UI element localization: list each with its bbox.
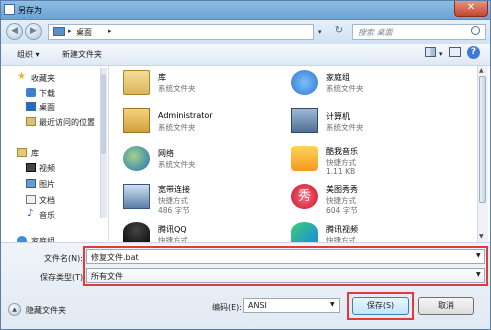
search-icon[interactable] [471, 26, 480, 35]
library-icon [17, 148, 27, 157]
hide-folders-label[interactable]: 隐藏文件夹 [26, 305, 66, 316]
sidebar-item-video[interactable]: 视频 [39, 163, 55, 174]
network-icon [123, 146, 150, 171]
filename-input[interactable] [86, 249, 485, 264]
encoding-value[interactable]: ANSI [248, 301, 267, 310]
address-dropdown-icon[interactable]: ▾ [318, 28, 322, 36]
file-type: 系统文件夹 [158, 84, 196, 93]
filename-value[interactable]: 修复文件.bat [91, 252, 139, 263]
sidebar-item-pictures[interactable]: 图片 [39, 179, 55, 190]
recent-places-icon [26, 117, 36, 126]
file-name[interactable]: 美图秀秀 [326, 184, 358, 195]
cancel-button[interactable]: 取消 [418, 297, 474, 315]
content-scrollbar-thumb[interactable] [479, 76, 486, 203]
filetype-select[interactable] [86, 268, 485, 283]
change-view-icon[interactable] [425, 47, 436, 57]
scroll-up-icon[interactable]: ▲ [479, 67, 484, 74]
broadband-icon [123, 184, 150, 209]
file-size: 1.11 KB [326, 167, 356, 176]
library-icon [123, 70, 150, 95]
kuwo-icon [291, 146, 318, 171]
filename-dropdown-icon[interactable]: ▼ [476, 252, 481, 259]
file-name[interactable]: 家庭组 [326, 72, 350, 83]
file-size: 604 字节 [326, 206, 358, 215]
dialog-icon [4, 4, 15, 15]
computer-icon [291, 108, 318, 133]
file-name[interactable]: 腾讯视频 [326, 224, 358, 235]
hide-folders-toggle[interactable]: ▲ [8, 303, 21, 316]
scroll-down-icon[interactable]: ▼ [479, 233, 484, 240]
file-name[interactable]: 酷我音乐 [326, 146, 358, 157]
file-type: 系统文件夹 [158, 160, 196, 169]
sidebar-item-downloads[interactable]: 下载 [39, 88, 55, 99]
file-name[interactable]: 腾讯QQ [158, 224, 187, 235]
refresh-button[interactable]: ↻ [331, 24, 347, 40]
file-type: 系统文件夹 [158, 123, 196, 132]
tencent-video-icon [291, 222, 318, 242]
sidebar-item-music[interactable]: 音乐 [39, 210, 55, 221]
sidebar-item-desktop[interactable]: 桌面 [39, 102, 55, 113]
file-type: 系统文件夹 [326, 84, 364, 93]
meitu-icon: 秀 [291, 184, 318, 209]
file-name[interactable]: 计算机 [326, 111, 350, 122]
breadcrumb-desktop[interactable]: 桌面 [76, 27, 92, 38]
preview-pane-icon[interactable] [449, 47, 461, 57]
view-dropdown-icon[interactable]: ▾ [439, 50, 443, 58]
file-name[interactable]: Administrator [158, 111, 213, 120]
encoding-label: 编码(E): [212, 303, 242, 312]
file-type: 系统文件夹 [326, 123, 364, 132]
desktop-icon [26, 102, 36, 111]
nav-scrollbar-thumb[interactable] [101, 74, 106, 154]
homegroup-icon [291, 70, 318, 95]
music-icon: ♪ [27, 208, 34, 219]
search-placeholder: 搜索 桌面 [358, 28, 393, 37]
filetype-label: 保存类型(T): [40, 273, 86, 282]
encoding-dropdown-icon[interactable]: ▼ [330, 301, 335, 308]
file-name[interactable]: 库 [158, 72, 166, 83]
folder-icon [53, 27, 65, 36]
breadcrumb-arrow-icon[interactable]: ▸ [108, 27, 112, 35]
star-icon: ★ [17, 71, 26, 82]
file-name[interactable]: 宽带连接 [158, 184, 190, 195]
breadcrumb-arrow-icon[interactable]: ▸ [68, 27, 72, 35]
window-title: 另存为 [18, 6, 42, 15]
back-button[interactable]: ◀ [6, 23, 23, 40]
downloads-icon [26, 88, 36, 97]
video-icon [26, 163, 36, 172]
filename-label: 文件名(N): [44, 254, 83, 263]
qq-icon [123, 222, 150, 242]
documents-icon [26, 195, 36, 204]
new-folder-button[interactable]: 新建文件夹 [62, 49, 102, 60]
sidebar-libraries[interactable]: 库 [31, 148, 39, 159]
sidebar-favorites[interactable]: 收藏夹 [31, 73, 55, 84]
file-name[interactable]: 网络 [158, 148, 174, 159]
close-button[interactable]: ✕ [454, 0, 488, 17]
save-button[interactable]: 保存(S) [352, 297, 409, 315]
organize-button[interactable]: 组织 ▾ [17, 49, 40, 60]
forward-button[interactable]: ▶ [25, 23, 42, 40]
file-type: 快捷方式 [326, 236, 356, 242]
file-size: 486 字节 [158, 206, 190, 215]
filetype-value[interactable]: 所有文件 [91, 271, 123, 282]
title-bar [0, 0, 491, 20]
help-icon[interactable]: ? [467, 46, 480, 59]
sidebar-item-recent[interactable]: 最近访问的位置 [39, 117, 95, 128]
filetype-dropdown-icon[interactable]: ▼ [476, 271, 481, 278]
file-type: 快捷方式 [158, 236, 188, 242]
pictures-icon [26, 179, 36, 188]
user-folder-icon [123, 108, 150, 133]
sidebar-item-documents[interactable]: 文档 [39, 195, 55, 206]
